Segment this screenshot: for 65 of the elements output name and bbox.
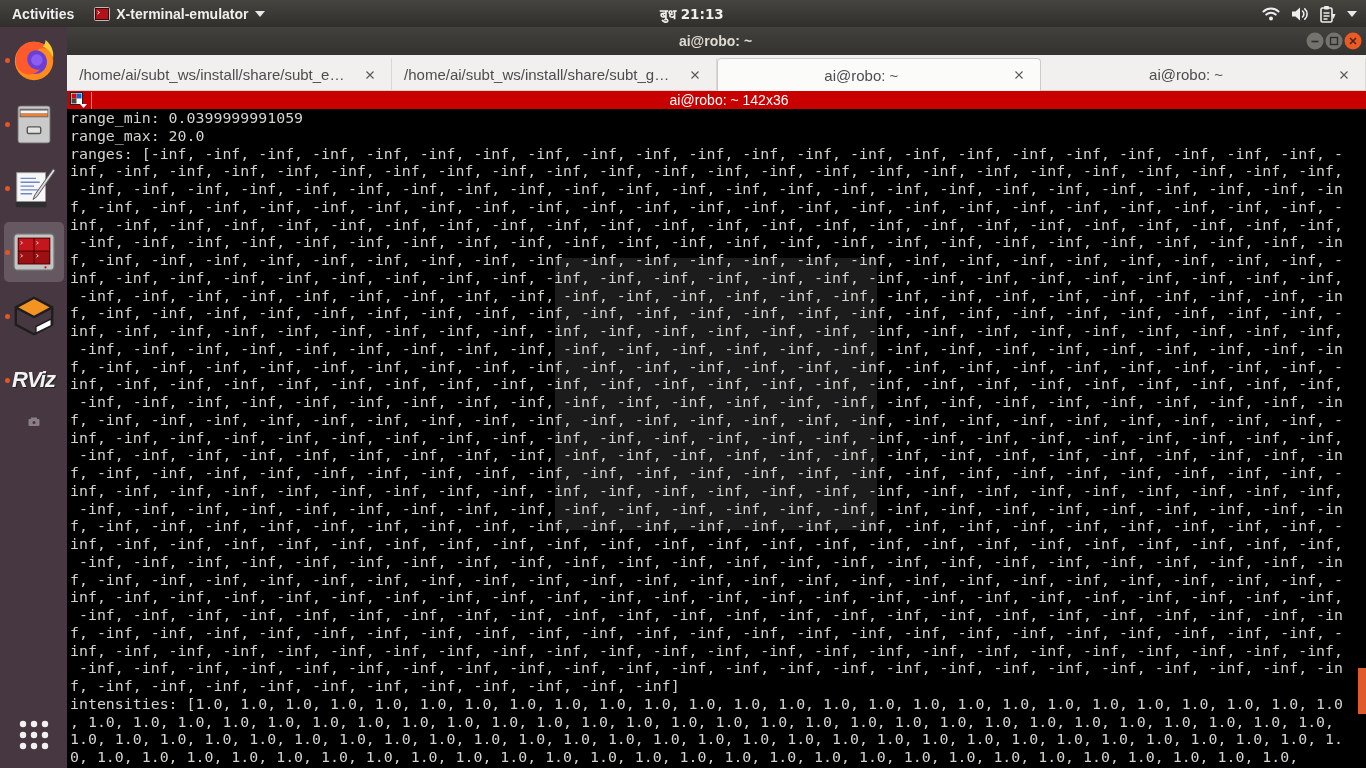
terminal-line: inf, -inf, -inf, -inf, -inf, -inf, -inf, -inf, -inf, -inf, -inf, -inf, -inf, -inf, -inf, -inf, -inf, -inf, -inf, -inf, -inf, -inf, -inf, -inf, — [70, 536, 1344, 554]
terminal-line: , 1.0, 1.0, 1.0, 1.0, 1.0, 1.0, 1.0, 1.0, 1.0, 1.0, 1.0, 1.0, 1.0, 1.0, 1.0, 1.0, 1.0, 1.0, 1.0, 1.0, 1.0, 1.0, 1.0, 1.0, 1.0, 1.0, 1.0, 1.0, — [70, 713, 1335, 732]
wifi-icon[interactable] — [1262, 6, 1280, 21]
terminal-line: -inf, -inf, -inf, -inf, -inf, -inf, -inf, -inf, -inf, -inf, -inf, -inf, -inf, -inf, -inf, -inf, -inf, -inf, -inf, -inf, -inf, -inf, -inf, -in — [77, 500, 1344, 519]
terminal-line: 0, 1.0, 1.0, 1.0, 1.0, 1.0, 1.0, 1.0, 1.0, 1.0, 1.0, 1.0, 1.0, 1.0, 1.0, 1.0, 1.0, 1.0, 1.0, 1.0, 1.0, 1.0, 1.0, 1.0, 1.0, 1.0, 1.0, 1.0, — [70, 749, 1299, 767]
maximize-button[interactable] — [1325, 32, 1343, 50]
dock-item[interactable] — [3, 222, 64, 282]
tab[interactable]: /home/ai/subt_ws/install/share/subt_g… — [391, 58, 717, 90]
close-icon[interactable] — [690, 70, 699, 79]
terminal-line: f, -inf, -inf, -inf, -inf, -inf, -inf, -inf, -inf, -inf, -inf, -inf, -inf, -inf, -inf, -inf, -inf, -inf, -inf, -inf, -inf, -inf, -inf, -inf, - — [70, 465, 1344, 483]
terminal-line: -inf, -inf, -inf, -inf, -inf, -inf, -inf, -inf, -inf, -inf, -inf, -inf, -inf, -inf, -inf, -inf, -inf, -inf, -inf, -inf, -inf, -inf, -inf, -in — [77, 287, 1344, 306]
terminal-line: f, -inf, -inf, -inf, -inf, -inf, -inf, -inf, -inf, -inf, -inf, -inf, -inf, -inf, -inf, -inf, -inf, -inf, -inf, -inf, -inf, -inf, -inf, -inf, - — [70, 571, 1344, 590]
terminal-line: -inf, -inf, -inf, -inf, -inf, -inf, -inf, -inf, -inf, -inf, -inf, -inf, -inf, -inf, -inf, -inf, -inf, -inf, -inf, -inf, -inf, -inf, -inf, -in — [77, 447, 1344, 465]
squares-menu-icon[interactable] — [70, 92, 87, 108]
terminal-line: 1.0, 1.0, 1.0, 1.0, 1.0, 1.0, 1.0, 1.0, 1.0, 1.0, 1.0, 1.0, 1.0, 1.0, 1.0, 1.0, 1.0, 1.0, 1.0, 1.0, 1.0, 1.0, 1.0, 1.0, 1.0, 1.0, 1.0, 1.0, 1. — [70, 731, 1344, 749]
terminal-line: inf, -inf, -inf, -inf, -inf, -inf, -inf, -inf, -inf, -inf, -inf, -inf, -inf, -inf, -inf, -inf, -inf, -inf, -inf, -inf, -inf, -inf, -inf, -inf, — [70, 216, 1344, 235]
terminal-line: inf, -inf, -inf, -inf, -inf, -inf, -inf, -inf, -inf, -inf, -inf, -inf, -inf, -inf, -inf, -inf, -inf, -inf, -inf, -inf, -inf, -inf, -inf, -inf, — [70, 323, 1344, 341]
tab[interactable]: ai@robo: ~ — [716, 58, 1042, 91]
clipboard-icon[interactable] — [1320, 4, 1336, 23]
volume-icon[interactable] — [1291, 5, 1309, 22]
tab[interactable]: ai@robo: ~ — [1041, 58, 1366, 90]
activities-button[interactable]: Activities — [12, 5, 75, 22]
terminal-line: inf, -inf, -inf, -inf, -inf, -inf, -inf, -inf, -inf, -inf, -inf, -inf, -inf, -inf, -inf, -inf, -inf, -inf, -inf, -inf, -inf, -inf, -inf, -inf, — [70, 482, 1344, 501]
terminal-line: f, -inf, -inf, -inf, -inf, -inf, -inf, -inf, -inf, -inf, -inf, -inf, -inf, -inf, -inf, -inf, -inf, -inf, -inf, -inf, -inf, -inf, -inf, -inf, - — [70, 252, 1344, 270]
terminal-line: inf, -inf, -inf, -inf, -inf, -inf, -inf, -inf, -inf, -inf, -inf, -inf, -inf, -inf, -inf, -inf, -inf, -inf, -inf, -inf, -inf, -inf, -inf, -inf, — [70, 642, 1344, 661]
app-grid-icon[interactable] — [18, 720, 49, 750]
close-icon[interactable] — [1015, 71, 1024, 79]
caret-icon[interactable] — [1347, 10, 1357, 17]
terminal-line: -inf, -inf, -inf, -inf, -inf, -inf, -inf, -inf, -inf, -inf, -inf, -inf, -inf, -inf, -inf, -inf, -inf, -inf, -inf, -inf, -inf, -inf, -inf, -in — [77, 181, 1344, 199]
terminal-line: -inf, -inf, -inf, -inf, -inf, -inf, -inf, -inf, -inf, -inf, -inf, -inf, -inf, -inf, -inf, -inf, -inf, -inf, -inf, -inf, -inf, -inf, -inf, -in — [77, 340, 1344, 359]
scrollbar-thumb[interactable] — [1358, 668, 1366, 714]
minimize-button[interactable] — [1306, 32, 1324, 50]
terminal-icon — [94, 6, 111, 21]
terminal-line: f, -inf, -inf, -inf, -inf, -inf, -inf, -inf, -inf, -inf, -inf, -inf, -inf, -inf, -inf, -inf, -inf, -inf, -inf, -inf, -inf, -inf, -inf, -inf, - — [70, 411, 1344, 430]
terminal-line: -inf, -inf, -inf, -inf, -inf, -inf, -inf, -inf, -inf, -inf, -inf, -inf, -inf, -inf, -inf, -inf, -inf, -inf, -inf, -inf, -inf, -inf, -inf, -in — [77, 234, 1344, 252]
terminal-title: ai@robo: ~ 142x36 — [669, 92, 789, 108]
terminal-line: inf, -inf, -inf, -inf, -inf, -inf, -inf, -inf, -inf, -inf, -inf, -inf, -inf, -inf, -inf, -inf, -inf, -inf, -inf, -inf, -inf, -inf, -inf, -inf, — [70, 163, 1344, 181]
caret-icon[interactable] — [254, 10, 265, 17]
terminal-line: -inf, -inf, -inf, -inf, -inf, -inf, -inf, -inf, -inf, -inf, -inf, -inf, -inf, -inf, -inf, -inf, -inf, -inf, -inf, -inf, -inf, -inf, -inf, -in — [77, 553, 1344, 572]
terminal-line: f, -inf, -inf, -inf, -inf, -inf, -inf, -inf, -inf, -inf, -inf, -inf, -inf, -inf, -inf, -inf, -inf, -inf, -inf, -inf, -inf, -inf, -inf, -inf, - — [70, 624, 1344, 643]
terminal-line: intensities: [1.0, 1.0, 1.0, 1.0, 1.0, 1.0, 1.0, 1.0, 1.0, 1.0, 1.0, 1.0, 1.0, 1.0, 1.0, 1.0, 1.0, 1.0, 1.0, 1.0, 1.0, 1.0, 1.0, 1.0, 1.0, 1.0 — [70, 695, 1344, 714]
terminal-line: -inf, -inf, -inf, -inf, -inf, -inf, -inf, -inf, -inf, -inf, -inf, -inf, -inf, -inf, -inf, -inf, -inf, -inf, -inf, -inf, -inf, -inf, -inf, -in — [77, 394, 1344, 412]
terminal-line: -inf, -inf, -inf, -inf, -inf, -inf, -inf, -inf, -inf, -inf, -inf, -inf, -inf, -inf, -inf, -inf, -inf, -inf, -inf, -inf, -inf, -inf, -inf, -in — [77, 607, 1344, 625]
close-icon[interactable] — [1340, 70, 1348, 79]
terminal-line: ranges: [-inf, -inf, -inf, -inf, -inf, -inf, -inf, -inf, -inf, -inf, -inf, -inf, -inf, -inf, -inf, -inf, -inf, -inf, -inf, -inf, -inf, -inf, - — [70, 145, 1344, 164]
terminal-line: inf, -inf, -inf, -inf, -inf, -inf, -inf, -inf, -inf, -inf, -inf, -inf, -inf, -inf, -inf, -inf, -inf, -inf, -inf, -inf, -inf, -inf, -inf, -inf, — [70, 269, 1344, 288]
close-button[interactable] — [1344, 32, 1362, 50]
terminal-line: inf, -inf, -inf, -inf, -inf, -inf, -inf, -inf, -inf, -inf, -inf, -inf, -inf, -inf, -inf, -inf, -inf, -inf, -inf, -inf, -inf, -inf, -inf, -inf, — [70, 376, 1344, 394]
terminal-line: inf, -inf, -inf, -inf, -inf, -inf, -inf, -inf, -inf, -inf, -inf, -inf, -inf, -inf, -inf, -inf, -inf, -inf, -inf, -inf, -inf, -inf, -inf, -inf, — [70, 589, 1344, 607]
terminal-line: range_min: 0.0399999991059 — [70, 110, 304, 128]
terminal-line: f, -inf, -inf, -inf, -inf, -inf, -inf, -inf, -inf, -inf, -inf, -inf, -inf, -inf, -inf, -inf, -inf, -inf, -inf, -inf, -inf, -inf, -inf, -inf, - — [70, 358, 1344, 377]
app-menu[interactable]: X-terminal-emulator — [94, 5, 265, 22]
terminal-line: range_max: 20.0 — [70, 127, 205, 146]
tab[interactable]: /home/ai/subt_ws/install/share/subt_e… — [67, 58, 392, 90]
dock-item[interactable]: RViz — [3, 350, 64, 410]
terminal-line: f, -inf, -inf, -inf, -inf, -inf, -inf, -inf, -inf, -inf, -inf, -inf, -inf, -inf, -inf, -inf, -inf, -inf, -inf, -inf, -inf, -inf, -inf, -inf, - — [70, 518, 1344, 536]
terminal-line: inf, -inf, -inf, -inf, -inf, -inf, -inf, -inf, -inf, -inf, -inf, -inf, -inf, -inf, -inf, -inf, -inf, -inf, -inf, -inf, -inf, -inf, -inf, -inf, — [70, 429, 1344, 448]
terminal-line: f, -inf, -inf, -inf, -inf, -inf, -inf, -inf, -inf, -inf, -inf, -inf] — [70, 678, 680, 696]
close-icon[interactable] — [365, 70, 374, 79]
clock[interactable]: बुध 21:13 — [660, 4, 724, 23]
camera-icon — [27, 417, 40, 427]
terminal-line: f, -inf, -inf, -inf, -inf, -inf, -inf, -inf, -inf, -inf, -inf, -inf, -inf, -inf, -inf, -inf, -inf, -inf, -inf, -inf, -inf, -inf, -inf, -inf, - — [70, 305, 1344, 323]
terminal-line: -inf, -inf, -inf, -inf, -inf, -inf, -inf, -inf, -inf, -inf, -inf, -inf, -inf, -inf, -inf, -inf, -inf, -inf, -inf, -inf, -inf, -inf, -inf, -in — [77, 660, 1344, 678]
window-title: ai@robo: ~ — [678, 33, 753, 49]
terminal-line: f, -inf, -inf, -inf, -inf, -inf, -inf, -inf, -inf, -inf, -inf, -inf, -inf, -inf, -inf, -inf, -inf, -inf, -inf, -inf, -inf, -inf, -inf, -inf, - — [70, 198, 1344, 217]
